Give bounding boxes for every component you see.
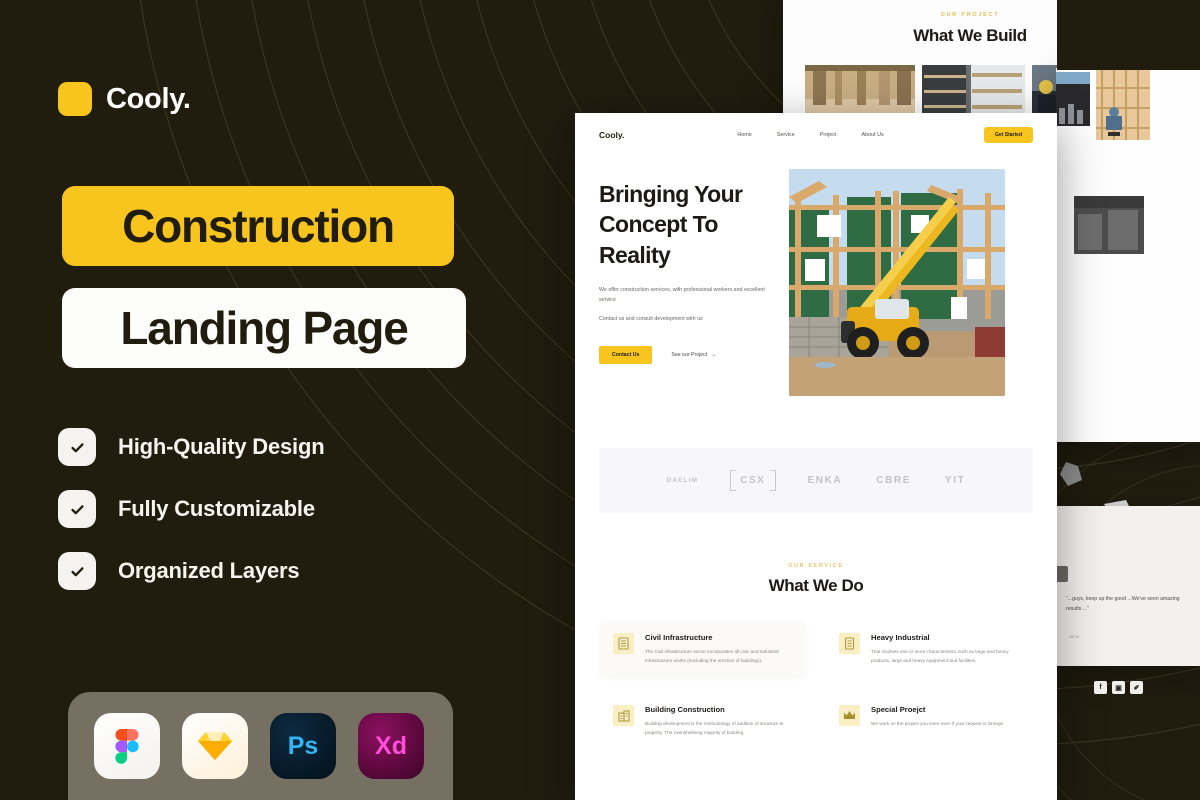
figma-icon[interactable]: [94, 713, 160, 779]
service-card-body: Civil Infrastructure The Civil infrastru…: [645, 633, 793, 665]
facebook-glyph: f: [1099, 684, 1102, 691]
testimonial-quote: “...guys, keep up the good ...We've seen…: [1066, 596, 1180, 613]
feature-list: High-Quality Design Fully Customizable O…: [58, 428, 325, 590]
facebook-icon[interactable]: f: [1094, 681, 1107, 694]
twitter-glyph: ✐: [1133, 684, 1140, 692]
see-our-project-link[interactable]: See our Project →: [671, 352, 716, 358]
mockup-landing-page-main: Cooly. Home Service Project About Us Get…: [575, 113, 1057, 800]
mockup-project-gallery-partial: [1056, 68, 1200, 442]
services-card-grid: Civil Infrastructure The Civil infrastru…: [601, 622, 1031, 749]
brand: Cooly.: [58, 82, 191, 116]
mockup-hero: Bringing Your Concept To Reality We offe…: [575, 157, 1057, 396]
get-started-button[interactable]: Get Started: [984, 127, 1033, 143]
client-logo-csx: CSX: [730, 470, 776, 491]
instagram-glyph: ▣: [1115, 684, 1122, 692]
client-logo-enka: ENKA: [807, 475, 843, 486]
service-card-title: Civil Infrastructure: [645, 633, 713, 642]
hero-heading: Bringing Your Concept To Reality: [599, 181, 743, 268]
office-building-icon: [613, 705, 634, 727]
nav-link-home[interactable]: Home: [737, 132, 751, 138]
photoshop-icon[interactable]: Ps: [270, 713, 336, 779]
building-column-icon: [613, 633, 634, 654]
feature-item: Organized Layers: [58, 552, 324, 590]
client-logo-strip: DAELIM CSX ENKA CBRE YIT: [599, 448, 1033, 513]
instagram-icon[interactable]: ▣: [1112, 681, 1125, 694]
check-icon: [58, 552, 96, 590]
check-icon: [58, 428, 96, 466]
rounded-square-logo-mark: [58, 82, 92, 116]
services-title: What We Do: [768, 576, 864, 595]
service-card-body: Special Proejct We work on the project y…: [871, 705, 1005, 737]
client-logo-yit: YIT: [945, 475, 966, 486]
mockup-navbar: Cooly. Home Service Project About Us Get…: [575, 113, 1057, 157]
hero-copy: Bringing Your Concept To Reality We offe…: [599, 169, 771, 396]
client-logo-daelim: DAELIM: [666, 477, 699, 484]
hero-actions: Contact Us See our Project →: [599, 346, 771, 365]
services-section-header: OUR SERVICE What We Do: [575, 563, 1057, 596]
feature-item: Fully Customizable: [58, 490, 324, 528]
title-line-1: Construction: [62, 186, 454, 266]
service-card[interactable]: Civil Infrastructure The Civil infrastru…: [601, 622, 805, 677]
service-card[interactable]: Special Proejct We work on the project y…: [827, 694, 1031, 748]
feature-item: High-Quality Design: [58, 428, 325, 466]
title-line-2: Landing Page: [62, 288, 466, 368]
service-card-text: We work on the project you even even if …: [871, 721, 1005, 727]
nav-link-service[interactable]: Service: [777, 132, 795, 138]
service-card[interactable]: Heavy Industrial That involves one or mo…: [827, 622, 1031, 676]
project-thumbnail[interactable]: [805, 65, 915, 117]
see-our-project-label: See our Project: [671, 352, 708, 359]
social-links: f ▣ ✐: [1094, 681, 1143, 694]
background-fill: [1057, 0, 1200, 70]
service-card[interactable]: Building Construction Building developme…: [601, 694, 805, 748]
avatar: [1056, 566, 1068, 582]
hero-paragraph-2: Contact us and consult development with …: [599, 315, 703, 322]
service-card-title: Special Proejct: [871, 705, 926, 715]
mockup-testimonial-partial: “...guys, keep up the good ...We've seen…: [1056, 506, 1200, 666]
service-card-title: Building Construction: [645, 705, 725, 715]
check-icon: [58, 490, 96, 528]
arrow-right-icon: →: [711, 352, 717, 359]
feature-label: Fully Customizable: [118, 496, 315, 521]
adobe-xd-icon[interactable]: Xd: [358, 713, 424, 779]
mockup-nav-logo[interactable]: Cooly.: [599, 130, 624, 140]
service-card-title: Heavy Industrial: [871, 633, 930, 642]
service-card-body: Building Construction Building developme…: [645, 705, 793, 737]
project-thumbnail[interactable]: [922, 65, 1025, 117]
services-eyebrow: OUR SERVICE: [788, 563, 844, 569]
factory-icon: [839, 633, 860, 654]
hero-paragraph-1: We offer construction services, with pro…: [599, 287, 765, 303]
promo-panel: Cooly. Construction Landing Page High-Qu…: [0, 0, 575, 800]
app-compatibility-dock: Ps Xd: [68, 692, 453, 800]
service-card-body: Heavy Industrial That involves one or mo…: [871, 633, 1019, 665]
mockup-nav-links: Home Service Project About Us: [737, 132, 883, 138]
sketch-diamond-icon[interactable]: [182, 713, 248, 779]
crown-icon: [839, 705, 860, 727]
brand-name: Cooly.: [106, 82, 191, 115]
adobe-xd-label: Xd: [375, 731, 407, 760]
nav-link-about-us[interactable]: About Us: [862, 132, 884, 138]
feature-label: High-Quality Design: [118, 434, 325, 459]
testimonial-author: ...aims: [1066, 634, 1079, 639]
nav-link-project[interactable]: Project: [820, 132, 837, 138]
photoshop-label: Ps: [287, 731, 319, 760]
service-card-text: Building development is the methodology …: [645, 721, 784, 736]
hero-image: [789, 169, 1005, 396]
client-logo-cbre: CBRE: [876, 475, 912, 486]
service-card-text: The Civil infrastructure sector incorpor…: [645, 649, 779, 664]
contact-us-button[interactable]: Contact Us: [599, 346, 653, 365]
feature-label: Organized Layers: [118, 558, 300, 583]
service-card-text: That involves one or more characteristic…: [871, 649, 1009, 664]
twitter-icon[interactable]: ✐: [1130, 681, 1143, 694]
